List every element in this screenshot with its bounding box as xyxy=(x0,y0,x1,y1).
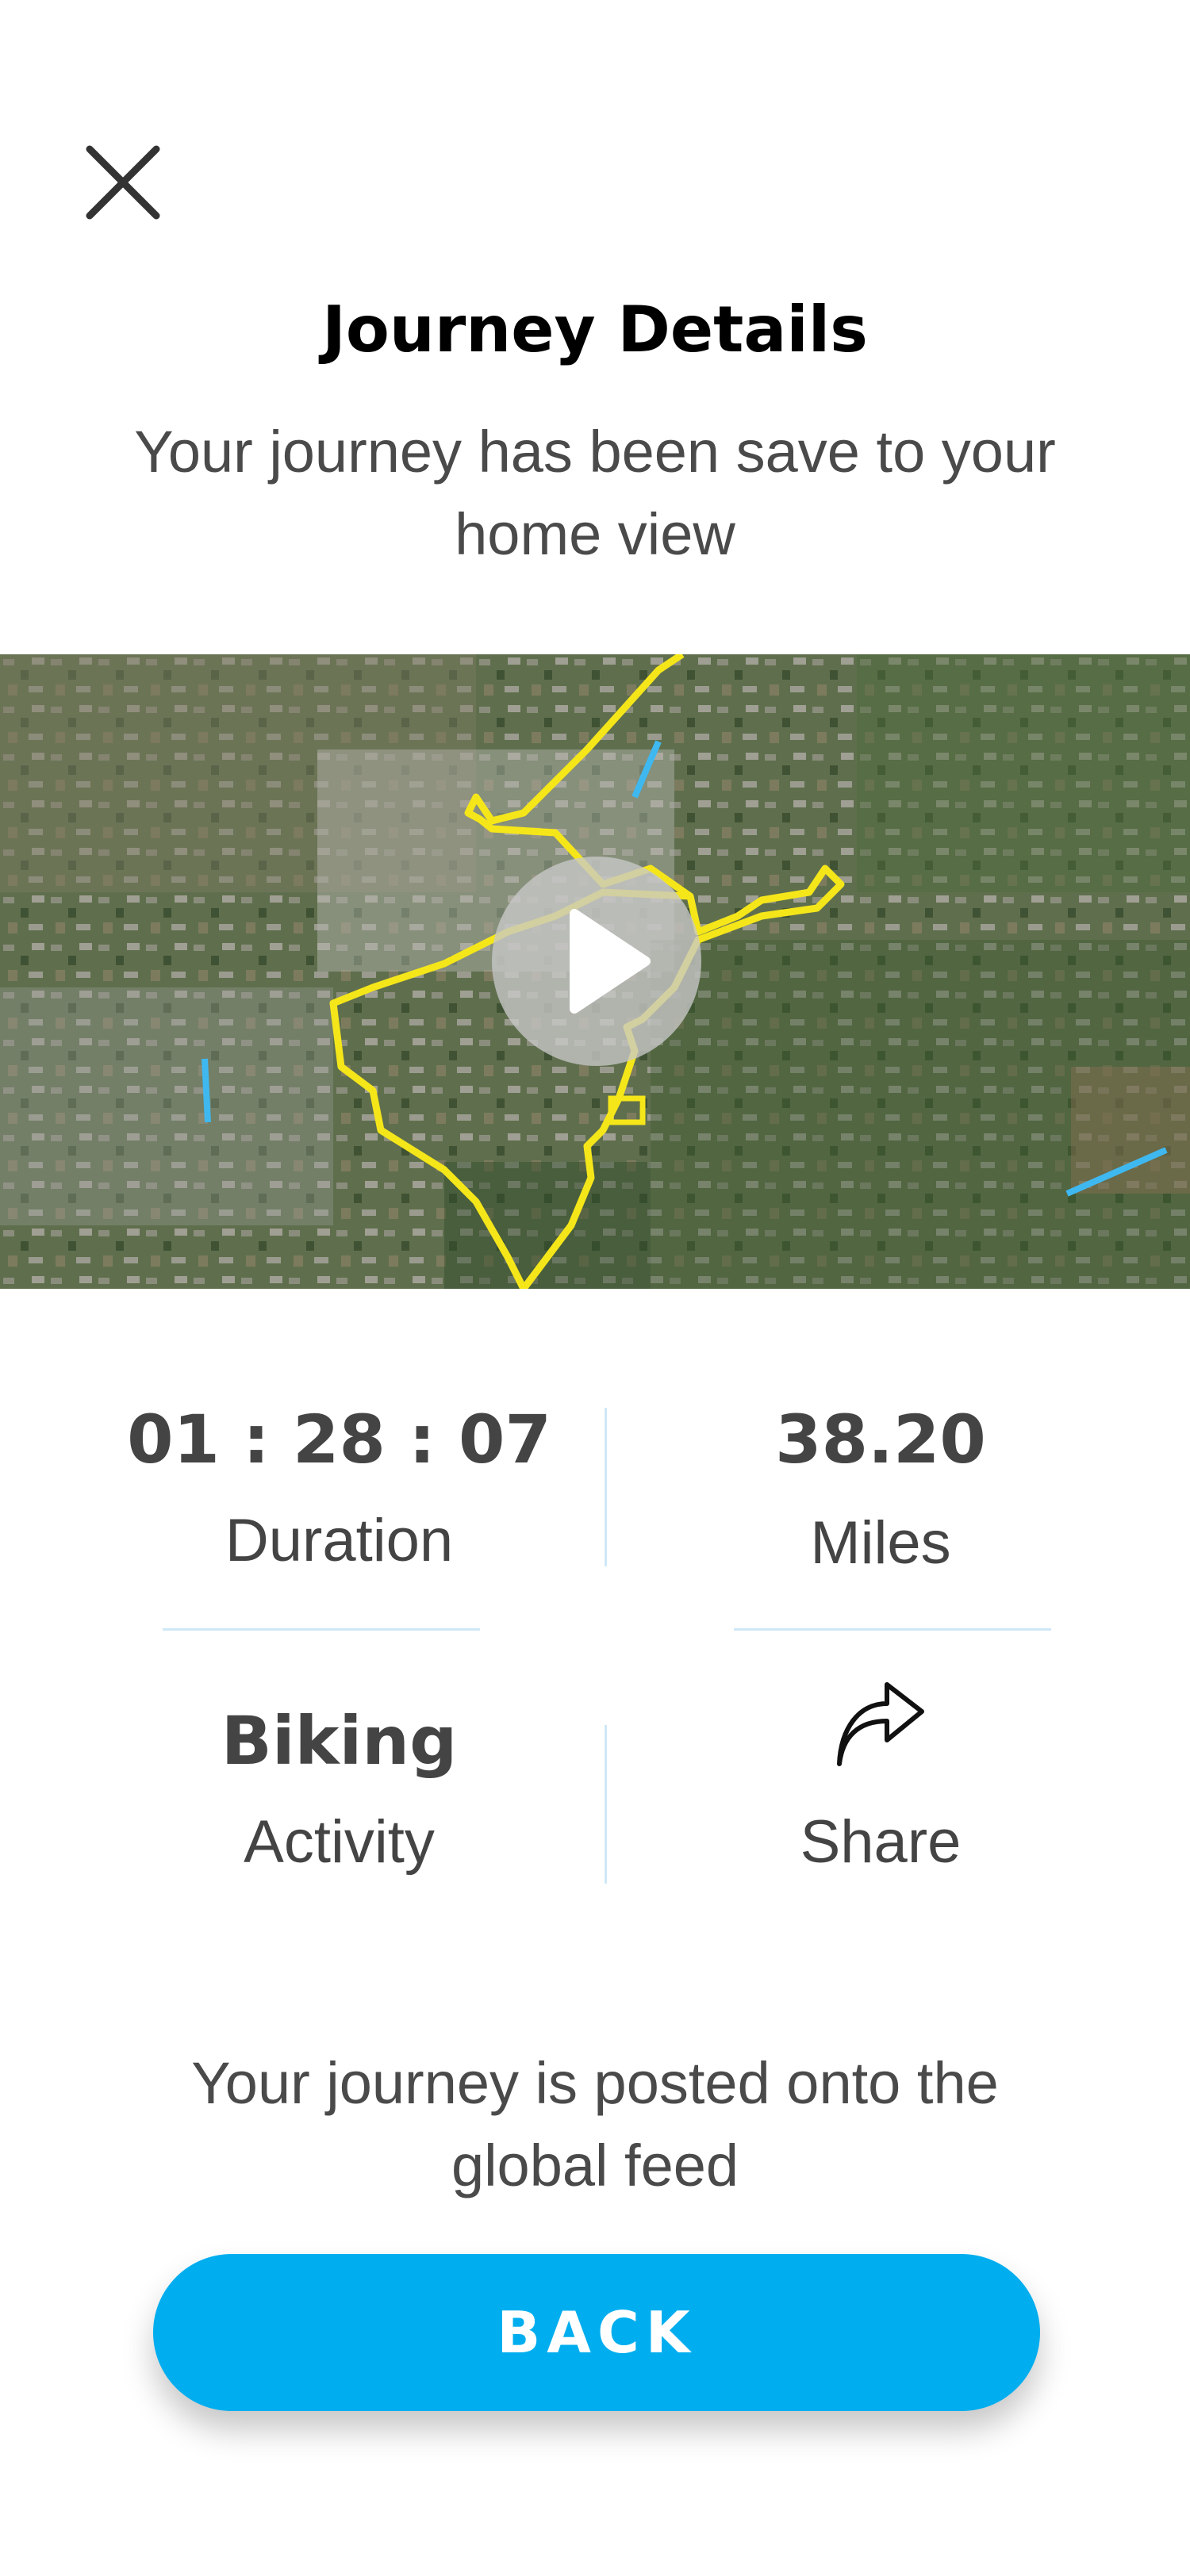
share-label[interactable]: Share xyxy=(627,1804,1134,1880)
horizontal-divider xyxy=(734,1628,1051,1631)
play-button[interactable] xyxy=(492,857,701,1066)
global-feed-note: Your journey is posted onto the global f… xyxy=(191,2050,999,2198)
close-icon xyxy=(86,145,160,220)
journey-video[interactable] xyxy=(0,654,1190,1289)
miles-label: Miles xyxy=(810,1509,951,1577)
back-button[interactable]: BACK xyxy=(153,2254,1040,2411)
page-title: Journey Details xyxy=(322,293,868,366)
miles-value: 38.20 xyxy=(775,1401,986,1478)
horizontal-divider xyxy=(163,1628,480,1631)
vertical-divider xyxy=(605,1725,607,1884)
vertical-divider xyxy=(605,1408,607,1566)
duration-value: 01 : 28 : 07 xyxy=(127,1401,551,1478)
play-icon xyxy=(570,909,651,1014)
duration-label: Duration xyxy=(225,1507,454,1574)
activity-value: Biking xyxy=(221,1702,458,1780)
activity-label: Activity xyxy=(244,1808,435,1876)
close-button[interactable] xyxy=(83,143,163,222)
share-icon xyxy=(837,1682,924,1766)
page-subtitle: Your journey has been save to your home … xyxy=(134,419,1056,567)
share-button[interactable] xyxy=(835,1681,927,1773)
